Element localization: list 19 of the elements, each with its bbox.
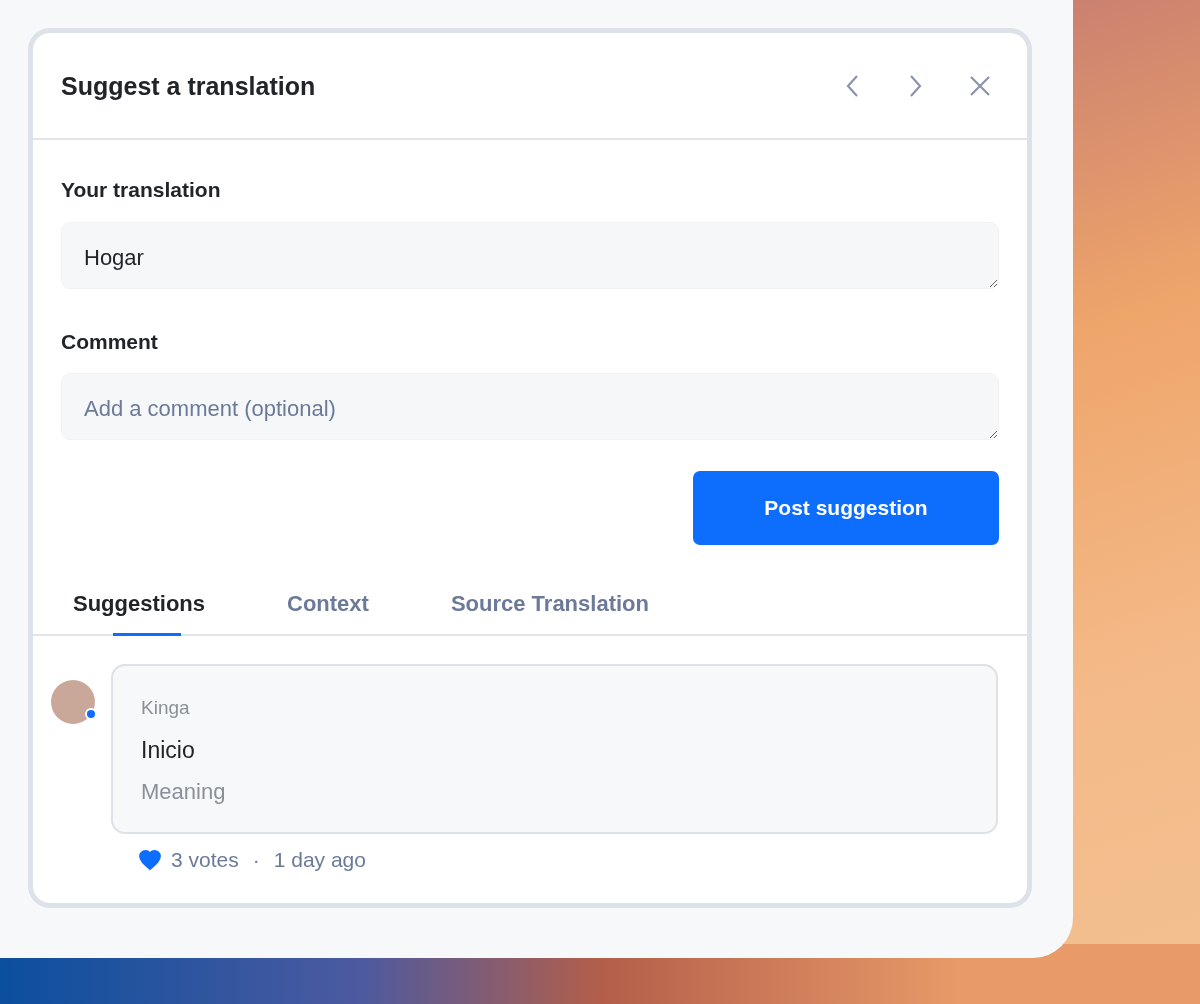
tab[interactable]: Suggestions: [73, 587, 205, 634]
suggestion-note: Meaning: [141, 778, 227, 806]
field-label: Your translation: [61, 177, 222, 203]
heart-icon[interactable]: [139, 849, 161, 870]
close-icon: [969, 74, 991, 97]
chevron-left-icon: [845, 73, 861, 98]
suggestion-text: Inicio: [141, 735, 196, 765]
translation-field[interactable]: Hogar: [61, 221, 999, 289]
chevron-right-icon: [907, 73, 923, 98]
author-name: Kinga: [141, 696, 191, 720]
tab[interactable]: Source Translation: [450, 587, 649, 634]
separator-dot: ·: [252, 847, 260, 873]
dialog-title: Suggest a translation: [61, 70, 316, 101]
tab[interactable]: Context: [287, 587, 369, 634]
vote-count: 3 votes: [171, 847, 239, 873]
timestamp: 1 day ago: [273, 847, 366, 873]
post-suggestion-button[interactable]: Post suggestion: [693, 471, 999, 545]
field-label: Comment: [61, 328, 159, 355]
comment-field[interactable]: Add a comment (optional): [61, 373, 999, 440]
